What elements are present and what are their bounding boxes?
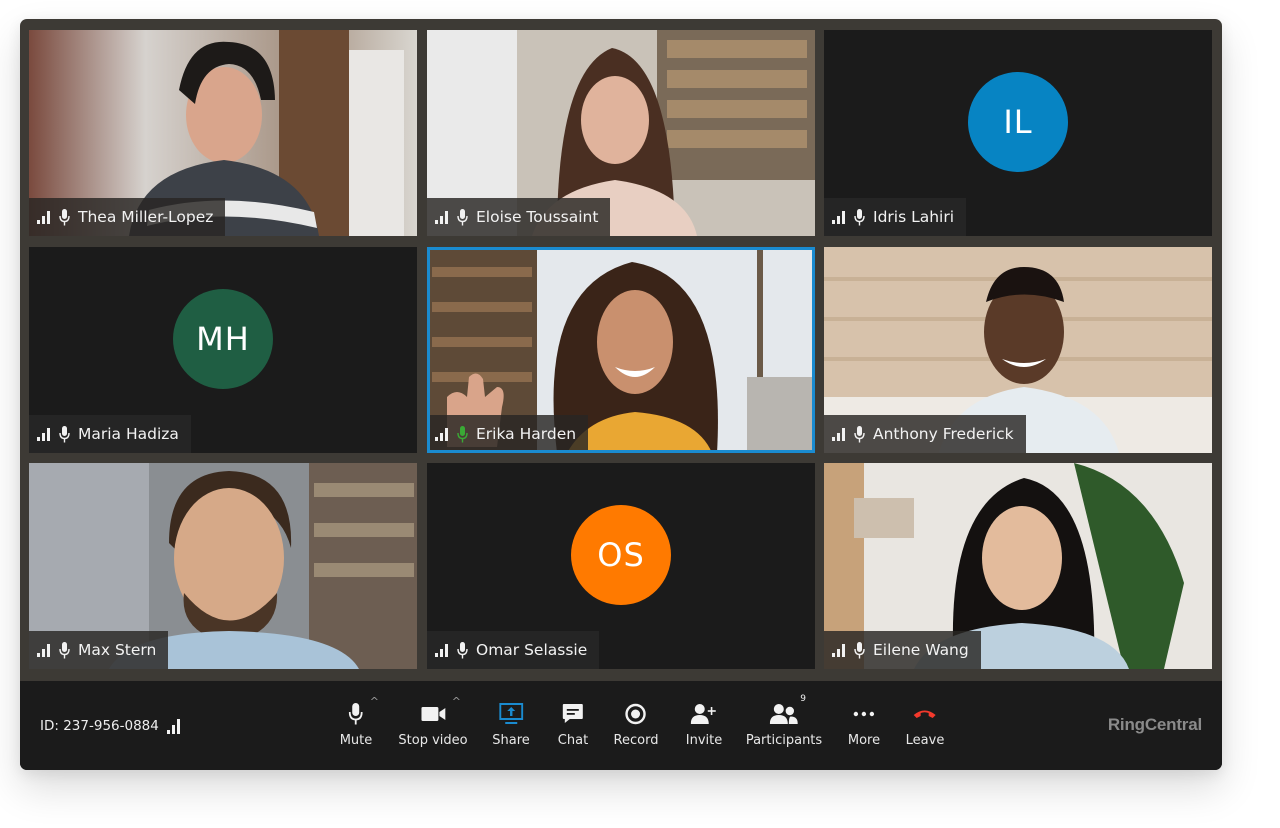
microphone-icon: [349, 703, 363, 725]
participant-tile[interactable]: MH Maria Hadiza: [29, 247, 417, 453]
participants-label: Participants: [745, 733, 823, 748]
participant-name: Omar Selassie: [476, 641, 588, 659]
mute-label: Mute: [339, 733, 373, 748]
nameplate: Eilene Wang: [824, 631, 981, 669]
stop-video-button[interactable]: ^ Stop video: [398, 695, 468, 748]
record-icon: [625, 703, 647, 725]
signal-bars-icon: [832, 427, 845, 441]
participant-tile[interactable]: Anthony Frederick: [824, 247, 1212, 453]
participant-name: Thea Miller-Lopez: [78, 208, 214, 226]
microphone-icon: [854, 641, 865, 658]
more-label: More: [847, 733, 881, 748]
avatar: IL: [968, 72, 1068, 172]
participant-name: Eloise Toussaint: [476, 208, 599, 226]
video-options-caret[interactable]: ^: [452, 695, 461, 708]
video-camera-icon: [420, 707, 445, 721]
mute-button[interactable]: ^ Mute: [339, 695, 379, 748]
leave-button[interactable]: Leave: [905, 701, 945, 748]
microphone-icon: [59, 641, 70, 658]
signal-bars-icon: [435, 210, 448, 224]
nameplate: Idris Lahiri: [824, 198, 967, 236]
mute-options-caret[interactable]: ^: [370, 695, 379, 708]
signal-bars-icon: [832, 643, 845, 657]
record-button[interactable]: Record: [613, 701, 659, 748]
more-button[interactable]: More: [848, 701, 880, 748]
signal-bars-icon: [37, 210, 50, 224]
participant-tile[interactable]: Thea Miller-Lopez: [29, 30, 417, 236]
chat-button[interactable]: Chat: [558, 701, 588, 748]
share-label: Share: [492, 733, 530, 748]
microphone-icon: [59, 425, 70, 442]
microphone-icon: [457, 208, 468, 225]
participants-icon: [770, 704, 798, 724]
invite-label: Invite: [685, 733, 723, 748]
meeting-window: Thea Miller-Lopez Eloise Toussaint IL Id…: [20, 19, 1222, 770]
participant-tile[interactable]: Eloise Toussaint: [427, 30, 815, 236]
participant-name: Anthony Frederick: [873, 425, 1014, 443]
share-screen-icon: [498, 703, 523, 724]
microphone-icon: [854, 208, 865, 225]
nameplate: Anthony Frederick: [824, 415, 1026, 453]
video-grid: Thea Miller-Lopez Eloise Toussaint IL Id…: [29, 30, 1212, 680]
nameplate: Eloise Toussaint: [427, 198, 611, 236]
nameplate: Omar Selassie: [427, 631, 600, 669]
microphone-icon: [59, 208, 70, 225]
signal-bars-icon: [435, 427, 448, 441]
participant-name: Maria Hadiza: [78, 425, 179, 443]
signal-bars-icon: [37, 643, 50, 657]
signal-bars-icon: [435, 643, 448, 657]
meeting-toolbar: ID: 237-956-0884 ^ Mute ^ Stop video Sha…: [20, 681, 1222, 770]
microphone-icon: [854, 425, 865, 442]
nameplate: Thea Miller-Lopez: [29, 198, 226, 236]
invite-button[interactable]: Invite: [686, 701, 722, 748]
leave-label: Leave: [905, 733, 945, 748]
avatar: MH: [173, 289, 273, 389]
chat-label: Chat: [557, 733, 589, 748]
participant-tile[interactable]: OS Omar Selassie: [427, 463, 815, 669]
nameplate: Max Stern: [29, 631, 169, 669]
nameplate: Maria Hadiza: [29, 415, 191, 453]
participant-name: Erika Harden: [476, 425, 577, 443]
participant-name: Max Stern: [78, 641, 157, 659]
avatar: OS: [571, 505, 671, 605]
participant-name: Eilene Wang: [873, 641, 969, 659]
record-label: Record: [613, 733, 659, 748]
more-dots-icon: [853, 711, 875, 717]
signal-bars-icon: [832, 210, 845, 224]
participant-tile[interactable]: IL Idris Lahiri: [824, 30, 1212, 236]
participants-count-badge: 9: [800, 694, 806, 704]
stop-video-label: Stop video: [398, 733, 468, 748]
nameplate: Erika Harden: [427, 415, 589, 453]
add-person-icon: [690, 704, 716, 724]
chat-bubble-icon: [562, 704, 583, 723]
participant-name: Idris Lahiri: [873, 208, 955, 226]
participant-tile[interactable]: Eilene Wang: [824, 463, 1212, 669]
microphone-active-icon: [457, 425, 468, 442]
hang-up-phone-icon: [913, 710, 936, 718]
participants-button[interactable]: 9 Participants: [745, 694, 823, 748]
participant-tile-active-speaker[interactable]: Erika Harden: [427, 247, 815, 453]
microphone-icon: [457, 641, 468, 658]
share-button[interactable]: Share: [492, 701, 530, 748]
participant-tile[interactable]: Max Stern: [29, 463, 417, 669]
signal-bars-icon: [37, 427, 50, 441]
ringcentral-logo: RingCentral: [1107, 715, 1202, 734]
